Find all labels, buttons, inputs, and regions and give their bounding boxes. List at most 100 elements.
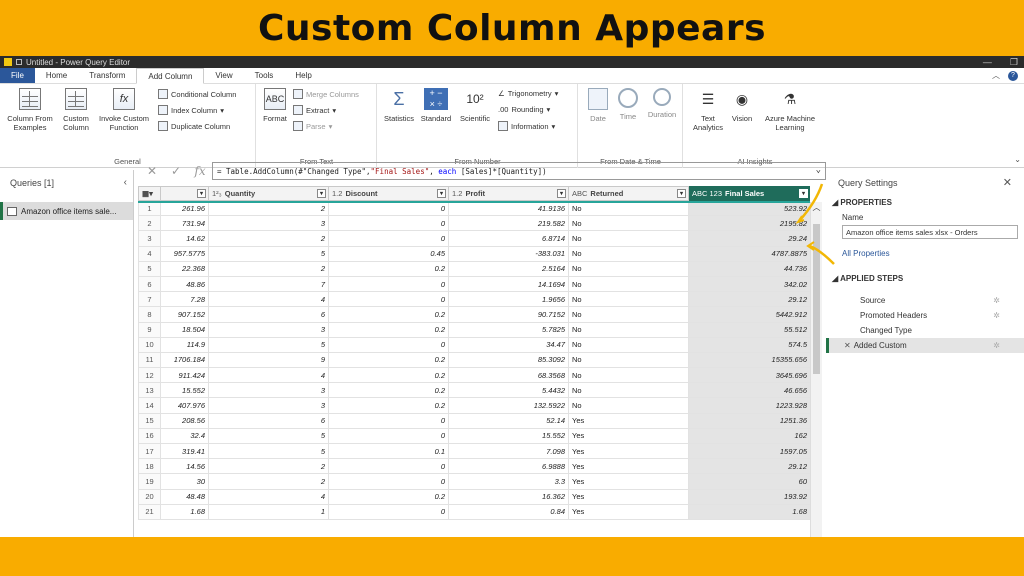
whole-number-type-icon[interactable]: 1²₃ [212, 189, 222, 198]
table-cell[interactable]: 68.3568 [448, 367, 569, 384]
table-row[interactable]: 14 407.976 3 0.2 132.5922 No 1223.928 [138, 397, 810, 414]
extract-button[interactable]: Extract ▾ [293, 105, 336, 115]
row-number[interactable]: 8 [138, 306, 161, 323]
maximize-icon[interactable]: ❐ [1010, 56, 1018, 68]
table-row[interactable]: 6 48.86 7 0 14.1694 No 342.02 [138, 275, 810, 293]
table-cell[interactable]: 5 [208, 336, 329, 353]
table-cell[interactable]: 907.152 [160, 306, 209, 323]
table-cell[interactable]: Yes [568, 412, 689, 429]
filter-dropdown-icon[interactable]: ▾ [677, 189, 686, 198]
column-header-final-sales[interactable]: ABC 123 Final Sales ▾ [688, 186, 810, 201]
table-cell[interactable]: No [568, 291, 689, 308]
table-cell[interactable]: 46.656 [688, 382, 810, 399]
formula-input[interactable]: = Table.AddColumn(#"Changed Type", "Fina… [212, 162, 826, 180]
table-cell[interactable]: 0.45 [328, 245, 449, 262]
table-cell[interactable]: 29.12 [688, 458, 810, 475]
row-number[interactable]: 9 [138, 321, 161, 338]
invoke-custom-function-button[interactable]: fx Invoke Custom Function [94, 88, 154, 132]
table-row[interactable]: 15 208.56 6 0 52.14 Yes 1251.36 [138, 412, 810, 429]
table-cell[interactable]: 14.56 [160, 458, 209, 475]
table-cell[interactable]: 1.68 [688, 503, 810, 520]
table-cell[interactable]: 0.2 [328, 367, 449, 384]
tab-home[interactable]: Home [35, 68, 78, 83]
decimal-type-icon[interactable]: 1.2 [332, 189, 342, 198]
table-cell[interactable]: 15.552 [160, 382, 209, 399]
table-cell[interactable]: 2.5164 [448, 260, 569, 277]
tab-file[interactable]: File [0, 68, 35, 83]
table-cell[interactable]: 1597.05 [688, 442, 810, 460]
collapse-icon[interactable]: ‹ [124, 177, 127, 188]
row-number[interactable]: 13 [138, 382, 161, 399]
table-cell[interactable]: 957.5775 [160, 245, 209, 262]
row-number[interactable]: 10 [138, 336, 161, 353]
table-cell[interactable]: 90.7152 [448, 306, 569, 323]
table-cell[interactable]: 0 [328, 427, 449, 445]
table-cell[interactable]: 0.1 [328, 442, 449, 460]
query-item[interactable]: Amazon office items sale... [0, 202, 133, 220]
table-row[interactable]: 16 32.4 5 0 15.552 Yes 162 [138, 427, 810, 445]
table-cell[interactable]: Yes [568, 458, 689, 475]
standard-button[interactable]: + − × ÷ Standard [418, 88, 454, 123]
table-cell[interactable]: 3 [208, 321, 329, 338]
table-cell[interactable]: 0.2 [328, 382, 449, 399]
table-cell[interactable]: 2 [208, 260, 329, 277]
table-cell[interactable]: 911.424 [160, 367, 209, 384]
table-cell[interactable]: 1.68 [160, 503, 209, 520]
table-row[interactable]: 5 22.368 2 0.2 2.5164 No 44.736 [138, 260, 810, 277]
table-cell[interactable]: 0 [328, 275, 449, 293]
table-cell[interactable]: 3.3 [448, 473, 569, 490]
table-cell[interactable]: 5 [208, 442, 329, 460]
row-number[interactable]: 18 [138, 458, 161, 475]
table-cell[interactable]: 7.28 [160, 291, 209, 308]
row-number[interactable]: 14 [138, 397, 161, 414]
trigonometry-button[interactable]: ∠ Trigonometry ▾ [498, 89, 558, 98]
properties-section[interactable]: ◢ PROPERTIES [826, 198, 1024, 207]
chevron-down-icon[interactable]: ⌄ [1014, 155, 1021, 164]
table-cell[interactable]: 55.512 [688, 321, 810, 338]
tab-transform[interactable]: Transform [78, 68, 136, 83]
help-icon[interactable]: ? [1008, 71, 1018, 81]
table-cell[interactable]: 0.2 [328, 306, 449, 323]
azure-ml-button[interactable]: ⚗ Azure Machine Learning [758, 88, 822, 132]
table-cell[interactable]: 32.4 [160, 427, 209, 445]
table-row[interactable]: 4 957.5775 5 0.45 -383.031 No 4787.8875 [138, 245, 810, 262]
tab-add-column[interactable]: Add Column [136, 68, 205, 84]
table-cell[interactable]: 22.368 [160, 260, 209, 277]
custom-column-button[interactable]: Custom Column [58, 88, 94, 132]
row-number[interactable]: 3 [138, 230, 161, 247]
row-number[interactable]: 7 [138, 291, 161, 308]
table-cell[interactable]: No [568, 351, 689, 369]
table-cell[interactable]: 16.362 [448, 488, 569, 505]
table-cell[interactable]: Yes [568, 503, 689, 520]
table-cell[interactable]: 14.62 [160, 230, 209, 247]
table-cell[interactable]: 5 [208, 245, 329, 262]
table-cell[interactable]: 4787.8875 [688, 245, 810, 262]
table-row[interactable]: 10 114.9 5 0 34.47 No 574.5 [138, 336, 810, 353]
row-number[interactable]: 5 [138, 260, 161, 277]
table-row[interactable]: 20 48.48 4 0.2 16.362 Yes 193.92 [138, 488, 810, 505]
table-row[interactable]: 3 14.62 2 0 6.8714 No 29.24 [138, 230, 810, 247]
statistics-button[interactable]: Σ Statistics [380, 88, 418, 123]
row-number[interactable]: 2 [138, 215, 161, 232]
table-cell[interactable]: 3645.696 [688, 367, 810, 384]
chevron-up-icon[interactable]: ︿ [992, 70, 1000, 81]
table-cell[interactable]: 0 [328, 458, 449, 475]
table-cell[interactable]: 342.02 [688, 275, 810, 293]
fx-icon[interactable]: fx [188, 164, 212, 178]
time-button[interactable]: Time [613, 88, 643, 121]
step-source[interactable]: Source ✲ [826, 293, 1024, 308]
row-number[interactable]: 19 [138, 473, 161, 490]
table-cell[interactable]: 29.12 [688, 291, 810, 308]
table-cell[interactable]: 6 [208, 412, 329, 429]
column-header-discount[interactable]: 1.2 Discount ▾ [328, 186, 449, 201]
vertical-scrollbar[interactable]: ︿ [810, 202, 822, 537]
scroll-thumb[interactable] [813, 224, 820, 374]
table-cell[interactable]: 85.3092 [448, 351, 569, 369]
check-icon[interactable]: ✓ [164, 164, 188, 178]
table-cell[interactable]: 0.2 [328, 321, 449, 338]
minimize-icon[interactable]: — [983, 56, 992, 68]
table-row[interactable]: 9 18.504 3 0.2 5.7825 No 55.512 [138, 321, 810, 338]
table-cell[interactable]: 7 [208, 275, 329, 293]
table-cell[interactable]: 162 [688, 427, 810, 445]
conditional-column-button[interactable]: Conditional Column [158, 89, 236, 99]
